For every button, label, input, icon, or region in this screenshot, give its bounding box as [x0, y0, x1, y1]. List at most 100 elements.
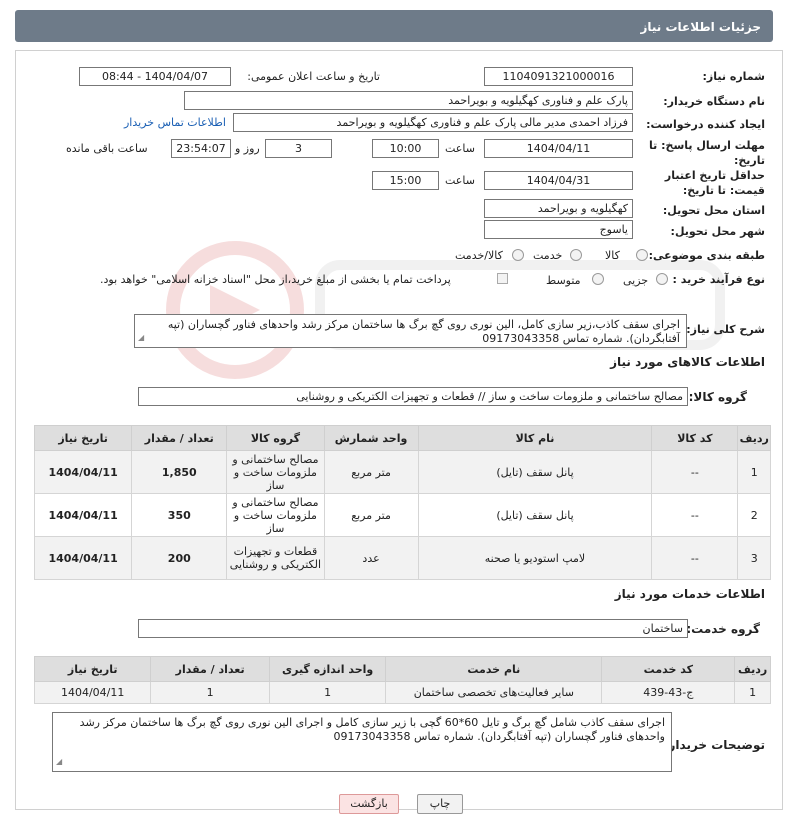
remaining-time-field[interactable]: 23:54:07	[171, 139, 231, 158]
province-label: استان محل تحویل:	[662, 204, 765, 217]
description-text: اجرای سقف کاذب،زیر سازی کامل، الین نوری …	[167, 318, 680, 345]
cell-unit: عدد	[323, 536, 419, 580]
cell-name: سایر فعالیت‌های تخصصی ساختمان	[385, 681, 603, 704]
cell-index: 3	[737, 536, 771, 580]
buyer-notes-text: اجرای سقف کاذب شامل گچ برگ و تایل 60*60 …	[79, 716, 665, 743]
services-section-title: اطلاعات خدمات مورد نیاز	[614, 587, 765, 601]
province-field[interactable]: کهگیلویه و بویراحمد	[484, 199, 633, 218]
creator-field[interactable]: فرزاد احمدی مدیر مالی پارک علم و فناوری …	[233, 113, 633, 132]
buyer-notes-textarea[interactable]: اجرای سقف کاذب شامل گچ برگ و تایل 60*60 …	[52, 712, 672, 772]
services-table: ردیف کد خدمت نام خدمت واحد اندازه گیری ت…	[33, 656, 771, 704]
cell-index: 1	[734, 681, 771, 704]
days-label: روز و	[235, 142, 260, 155]
process-minor-label: جزیی	[623, 274, 649, 287]
page-root: جزئیات اطلاعات نیاز شماره نیاز: 11040913…	[0, 0, 788, 830]
services-col-name: نام خدمت	[385, 656, 603, 682]
buyer-org-field[interactable]: پارک علم و فناوری کهگیلویه و بویراحمد	[184, 91, 633, 110]
reply-time-label: ساعت	[445, 142, 475, 155]
cell-unit: متر مربع	[323, 450, 419, 494]
category-service-radio[interactable]	[570, 249, 582, 261]
treasury-checkbox[interactable]	[497, 273, 508, 284]
buyer-contact-link[interactable]: اطلاعات تماس خریدار	[124, 116, 226, 129]
reply-date-field[interactable]: 1404/04/11	[484, 139, 633, 158]
cell-code: --	[651, 536, 739, 580]
services-group-label: گروه خدمت:	[686, 622, 760, 636]
category-both-radio[interactable]	[512, 249, 524, 261]
cell-unit: متر مربع	[323, 493, 419, 537]
remaining-label: ساعت باقی مانده	[66, 142, 148, 155]
process-medium-radio[interactable]	[592, 273, 604, 285]
goods-col-group: گروه کالا	[226, 425, 325, 451]
cell-date: 1404/04/11	[33, 493, 133, 537]
process-medium-label: متوسط	[546, 274, 581, 287]
goods-col-name: نام کالا	[417, 425, 653, 451]
reply-time-field[interactable]: 10:00	[372, 139, 439, 158]
table-row[interactable]: 2 -- پانل سقف (تایل) متر مربع مصالح ساخت…	[33, 493, 771, 537]
city-label: شهر محل تحویل:	[670, 225, 765, 238]
process-minor-radio[interactable]	[656, 273, 668, 285]
cell-unit: 1	[268, 681, 387, 704]
category-both-label: کالا/خدمت	[455, 249, 503, 262]
services-group-field[interactable]: ساختمان	[138, 619, 688, 638]
cell-qty: 200	[131, 536, 228, 580]
services-col-code: کد خدمت	[601, 656, 736, 682]
back-button[interactable]: بازگشت	[339, 794, 399, 814]
buyer-notes-label: توضیحات خریدار:	[663, 738, 765, 752]
category-service-label: خدمت	[533, 249, 563, 262]
cell-qty: 1,850	[131, 450, 228, 494]
page-title: جزئیات اطلاعات نیاز	[640, 20, 761, 34]
description-textarea[interactable]: اجرای سقف کاذب،زیر سازی کامل، الین نوری …	[134, 314, 687, 348]
cell-code: --	[651, 450, 739, 494]
cell-code: --	[651, 493, 739, 537]
days-field[interactable]: 3	[265, 139, 332, 158]
goods-section-title: اطلاعات کالاهای مورد نیاز	[610, 355, 765, 369]
services-col-qty: تعداد / مقدار	[150, 656, 270, 682]
services-col-index: ردیف	[734, 656, 771, 682]
goods-col-date: تاریخ نیاز	[33, 425, 133, 451]
goods-group-field[interactable]: مصالح ساختمانی و ملزومات ساخت و ساز // ق…	[138, 387, 688, 406]
cell-index: 1	[737, 450, 771, 494]
cell-name: پانل سقف (تایل)	[417, 450, 653, 494]
creator-label: ایجاد کننده درخواست:	[646, 118, 765, 131]
goods-col-code: کد کالا	[651, 425, 739, 451]
validity-label: حداقل تاریخ اعتبار قیمت: تا تاریخ:	[664, 169, 765, 197]
announce-label: تاریخ و ساعت اعلان عمومی:	[247, 70, 380, 83]
resize-handle-icon[interactable]: ◢	[56, 755, 62, 769]
need-number-field[interactable]: 1104091321000016	[484, 67, 633, 86]
services-col-unit: واحد اندازه گیری	[268, 656, 387, 682]
process-label: نوع فرآیند خرید :	[672, 273, 765, 286]
print-button[interactable]: چاپ	[417, 794, 463, 814]
description-label: شرح کلی نیاز:	[686, 323, 765, 336]
category-goods-radio[interactable]	[636, 249, 648, 261]
goods-col-index: ردیف	[737, 425, 771, 451]
table-row[interactable]: 3 -- لامپ استودیو یا صحنه عدد قطعات و تج…	[33, 536, 771, 580]
reply-deadline-label: مهلت ارسال پاسخ: تا تاریخ:	[649, 139, 765, 167]
validity-date-field[interactable]: 1404/04/31	[484, 171, 633, 190]
cell-group: مصالح ساختمانی و ملزومات ساخت و ساز	[226, 493, 325, 537]
goods-col-qty: تعداد / مقدار	[131, 425, 228, 451]
table-row[interactable]: 1 ج-43-439 سایر فعالیت‌های تخصصی ساختمان…	[33, 681, 771, 704]
cell-name: لامپ استودیو یا صحنه	[417, 536, 653, 580]
goods-group-label: گروه کالا:	[688, 390, 747, 404]
cell-qty: 1	[150, 681, 270, 704]
cell-group: مصالح ساختمانی و ملزومات ساخت و ساز	[226, 450, 325, 494]
city-field[interactable]: یاسوج	[484, 220, 633, 239]
cell-name: پانل سقف (تایل)	[417, 493, 653, 537]
cell-date: 1404/04/11	[33, 681, 152, 704]
treasury-note: پرداخت تمام یا بخشی از مبلغ خرید،از محل …	[100, 273, 451, 286]
resize-handle-icon[interactable]: ◢	[138, 331, 144, 345]
cell-code: ج-43-439	[601, 681, 736, 704]
table-row[interactable]: 1 -- پانل سقف (تایل) متر مربع مصالح ساخت…	[33, 450, 771, 494]
cell-date: 1404/04/11	[33, 536, 133, 580]
cell-date: 1404/04/11	[33, 450, 133, 494]
goods-col-unit: واحد شمارش	[323, 425, 419, 451]
goods-table: ردیف کد کالا نام کالا واحد شمارش گروه کا…	[33, 425, 771, 580]
validity-time-field[interactable]: 15:00	[372, 171, 439, 190]
cell-group: قطعات و تجهیزات الکتریکی و روشنایی	[226, 536, 325, 580]
services-col-date: تاریخ نیاز	[33, 656, 152, 682]
buyer-org-label: نام دستگاه خریدار:	[663, 95, 765, 108]
announce-field[interactable]: 1404/04/07 - 08:44	[79, 67, 231, 86]
need-number-label: شماره نیاز:	[702, 70, 765, 83]
cell-qty: 350	[131, 493, 228, 537]
category-label: طبقه بندی موضوعی:	[648, 249, 765, 262]
